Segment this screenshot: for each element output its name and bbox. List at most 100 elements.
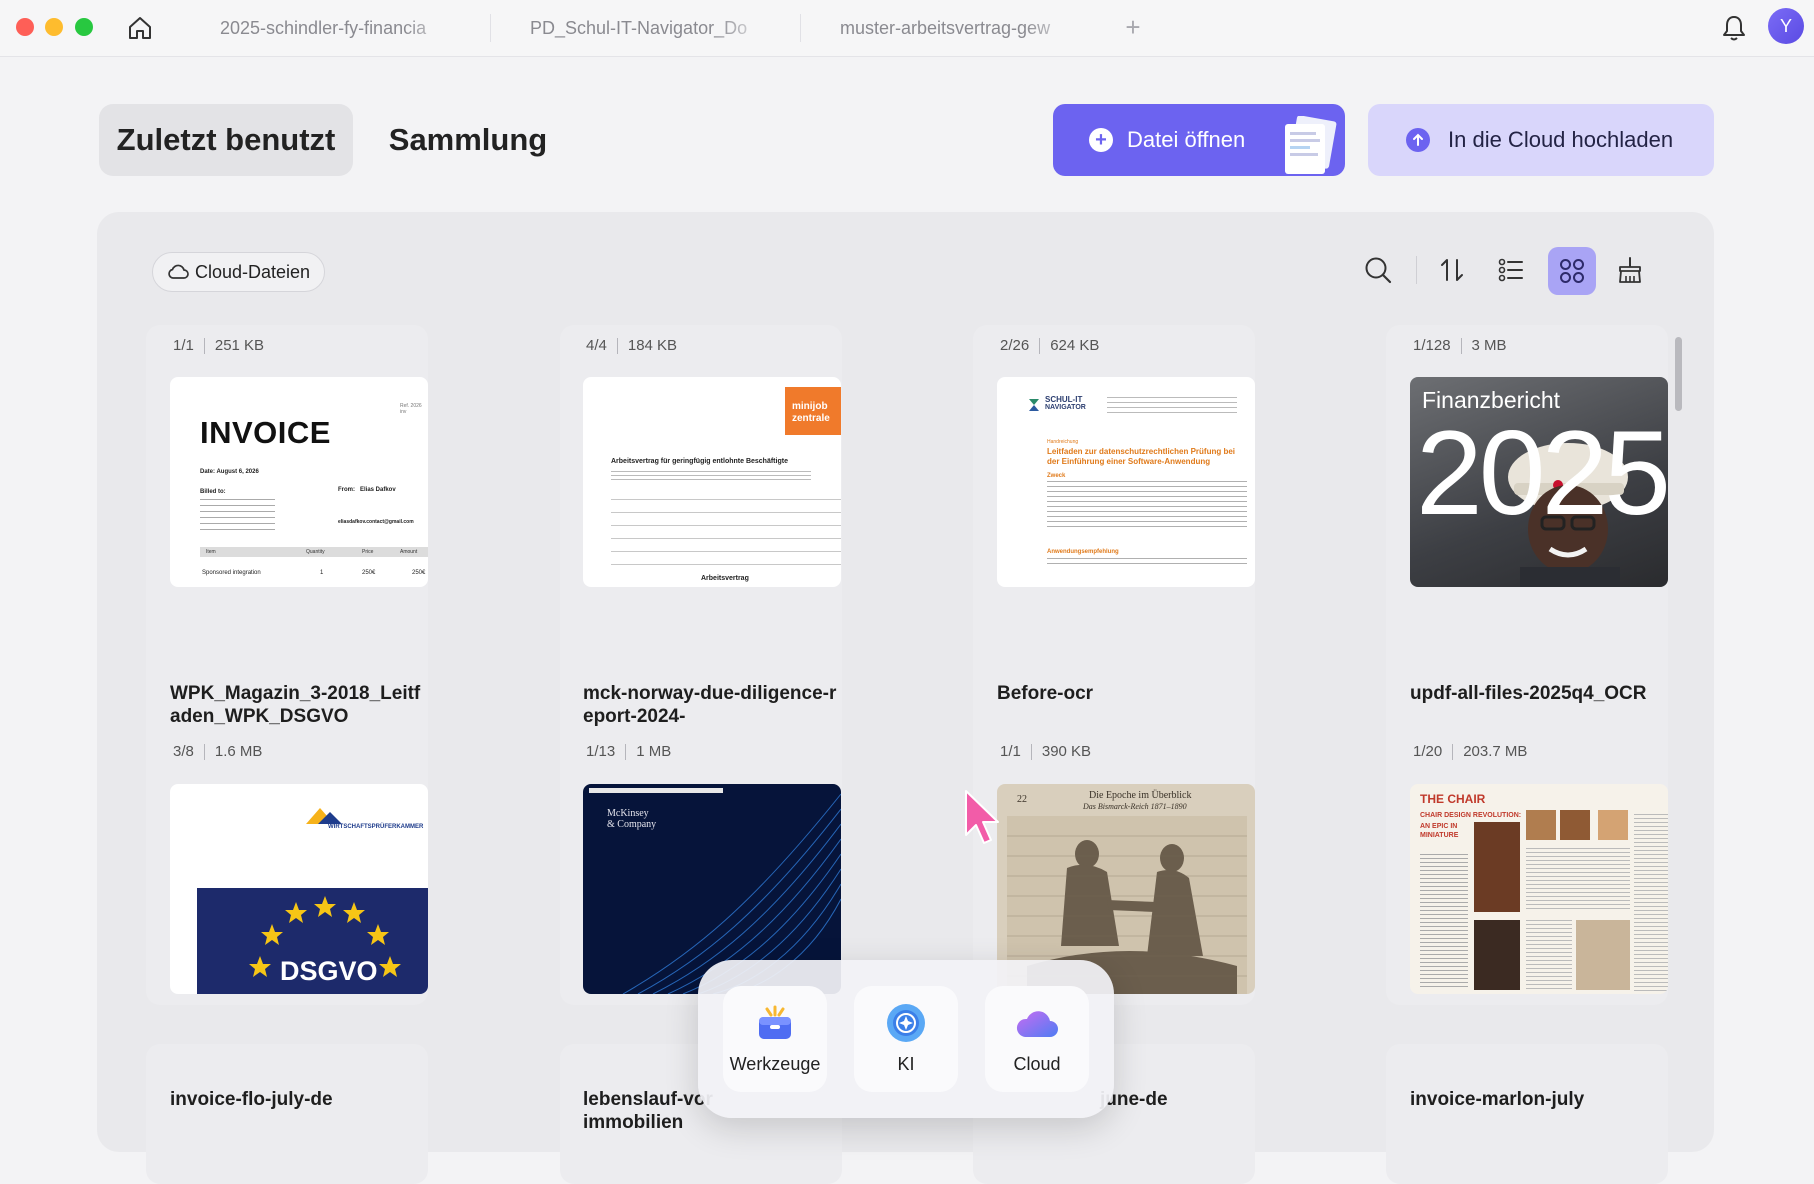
home-icon xyxy=(129,17,151,39)
cloud-files-label: Cloud-Dateien xyxy=(194,261,311,282)
file-size: 184 KB xyxy=(627,337,678,354)
file-meta: 2/26 624 KB xyxy=(1000,337,1099,354)
tab-label: PD_Schul-IT-Navigator_Do xyxy=(530,17,748,38)
notifications-button[interactable] xyxy=(1716,10,1752,46)
file-size: 3 MB xyxy=(1471,337,1507,354)
dock-ai-button[interactable]: KI xyxy=(854,986,958,1092)
file-thumbnail-dsgvo[interactable]: WIRTSCHAFTSPRÜFERKAMMER DSGVO xyxy=(170,784,428,994)
file-name: invoice-marlon-july xyxy=(1410,1089,1585,1110)
upload-icon xyxy=(1406,128,1430,152)
avatar[interactable]: Y xyxy=(1768,8,1804,44)
tab-recent[interactable]: Zuletzt benutzt xyxy=(99,104,353,176)
thumb-text: Date: August 6, 2026 xyxy=(200,469,259,475)
thumb-text: 250€ xyxy=(362,570,376,576)
cloud-files-filter[interactable]: Cloud-Dateien xyxy=(152,252,325,292)
thumb-text: Price xyxy=(362,549,374,555)
file-meta: 1/13 1 MB xyxy=(586,743,671,760)
file-thumbnail-chair[interactable]: THE CHAIR CHAIR DESIGN REVOLUTION: AN EP… xyxy=(1410,784,1668,994)
dock-tools-button[interactable]: Werkzeuge xyxy=(723,986,827,1092)
file-thumbnail-arbeitsvertrag[interactable]: minijob zentrale Arbeitsvertrag für geri… xyxy=(583,377,841,587)
list-view-button[interactable] xyxy=(1489,248,1533,292)
thumb-text: Quantity xyxy=(306,549,325,555)
tab-collection[interactable]: Sammlung xyxy=(372,104,564,176)
thumb-text: Arbeitsvertrag xyxy=(701,575,749,582)
home-button[interactable] xyxy=(122,10,158,46)
file-name: Before-ocr xyxy=(997,683,1094,704)
thumb-title: INVOICE xyxy=(200,415,331,450)
cloud-icon xyxy=(168,264,189,279)
sort-icon xyxy=(1441,259,1463,281)
thumb-text: Handreichung xyxy=(1047,439,1079,445)
upload-to-cloud-button[interactable]: In die Cloud hochladen xyxy=(1368,104,1714,176)
thumb-text: minijob xyxy=(792,401,828,412)
scrollbar[interactable] xyxy=(1672,330,1684,1140)
thumb-text: CHAIR DESIGN REVOLUTION: xyxy=(1420,812,1522,819)
title-bar: 2025-schindler-fy-financia PD_Schul-IT-N… xyxy=(0,0,1814,57)
thumb-text: eliasdafkov.contact@gmail.com xyxy=(338,519,414,525)
thumb-text: Das Bismarck-Reich 1871–1890 xyxy=(1083,802,1187,811)
dock-cloud-label: Cloud xyxy=(1013,1054,1061,1074)
page-count: 4/4 xyxy=(586,337,607,354)
thumb-title: DSGVO xyxy=(280,956,378,986)
tab-document-3[interactable]: muster-arbeitsvertrag-gew xyxy=(814,8,1094,48)
thumb-text: NAVIGATOR xyxy=(1045,404,1086,411)
file-thumbnail-finanzbericht[interactable]: Finanzbericht 2025 xyxy=(1410,377,1668,587)
thumb-text: Elias Dafkov xyxy=(360,487,396,493)
thumb-text: zentrale xyxy=(792,413,830,424)
page-count: 1/128 xyxy=(1413,337,1451,354)
thumb-text: Billed to: xyxy=(200,489,226,495)
upload-to-cloud-label: In die Cloud hochladen xyxy=(1448,127,1674,152)
tab-collection-label: Sammlung xyxy=(388,122,548,157)
sort-button[interactable] xyxy=(1430,248,1474,292)
file-size: 1 MB xyxy=(636,743,672,760)
page-count: 1/13 xyxy=(586,743,616,760)
file-card[interactable] xyxy=(1386,1044,1668,1184)
minimize-window-button[interactable] xyxy=(45,18,63,36)
tab-recent-label: Zuletzt benutzt xyxy=(116,122,336,157)
open-file-button[interactable]: + Datei öffnen xyxy=(1053,104,1345,176)
file-name: invoice-flo-july-de xyxy=(170,1089,333,1110)
file-size: 251 KB xyxy=(214,337,265,354)
file-meta: 1/128 3 MB xyxy=(1413,337,1507,354)
thumb-text: 1 xyxy=(320,570,324,576)
tab-label: muster-arbeitsvertrag-gew xyxy=(840,17,1051,38)
grid-view-button[interactable] xyxy=(1548,247,1596,295)
avatar-letter: Y xyxy=(1779,15,1792,36)
dock-cloud-button[interactable]: Cloud xyxy=(985,986,1089,1092)
tab-document-2[interactable]: PD_Schul-IT-Navigator_Do xyxy=(504,8,784,48)
page-count: 3/8 xyxy=(173,743,194,760)
thumb-text: Die Epoche im Überblick xyxy=(1089,790,1192,801)
thumb-text: Item xyxy=(206,549,216,555)
thumb-text: Zweck xyxy=(1047,473,1066,479)
zoom-window-button[interactable] xyxy=(75,18,93,36)
thumb-text: 22 xyxy=(1017,794,1027,805)
file-meta: 1/1 251 KB xyxy=(173,337,264,354)
new-tab-button[interactable]: + xyxy=(1118,12,1148,42)
scrollbar-thumb[interactable] xyxy=(1675,337,1682,411)
file-thumbnail-invoice[interactable]: Ref. 2026 inv INVOICE Date: August 6, 20… xyxy=(170,377,428,587)
dock-ai-label: KI xyxy=(897,1054,915,1074)
open-file-label: Datei öffnen xyxy=(1127,127,1246,152)
file-thumbnail-schul-it[interactable]: SCHUL-IT NAVIGATOR Handreichung Leitfade… xyxy=(997,377,1255,587)
tab-divider xyxy=(490,14,491,42)
clean-up-button[interactable] xyxy=(1608,248,1652,292)
thumb-title: THE CHAIR xyxy=(1420,792,1486,806)
file-size: 624 KB xyxy=(1050,337,1100,354)
file-meta: 1/20 203.7 MB xyxy=(1413,743,1527,760)
list-view-icon xyxy=(1498,258,1523,282)
file-size: 203.7 MB xyxy=(1463,743,1528,760)
toolbox-icon xyxy=(752,1000,798,1046)
close-window-button[interactable] xyxy=(16,18,34,36)
search-button[interactable] xyxy=(1356,248,1400,292)
cloud-icon xyxy=(1014,1000,1060,1046)
thumb-text: From: xyxy=(338,487,355,493)
file-meta: 4/4 184 KB xyxy=(586,337,677,354)
file-card[interactable] xyxy=(146,1044,428,1184)
page-count: 1/20 xyxy=(1413,743,1443,760)
mouse-pointer-icon xyxy=(965,790,999,844)
page-count: 1/1 xyxy=(173,337,194,354)
plus-circle-icon: + xyxy=(1089,128,1113,152)
file-size: 1.6 MB xyxy=(214,743,263,760)
tab-document-1[interactable]: 2025-schindler-fy-financia xyxy=(194,8,474,48)
thumb-text: Arbeitsvertrag für geringfügig entlohnte… xyxy=(611,458,788,465)
